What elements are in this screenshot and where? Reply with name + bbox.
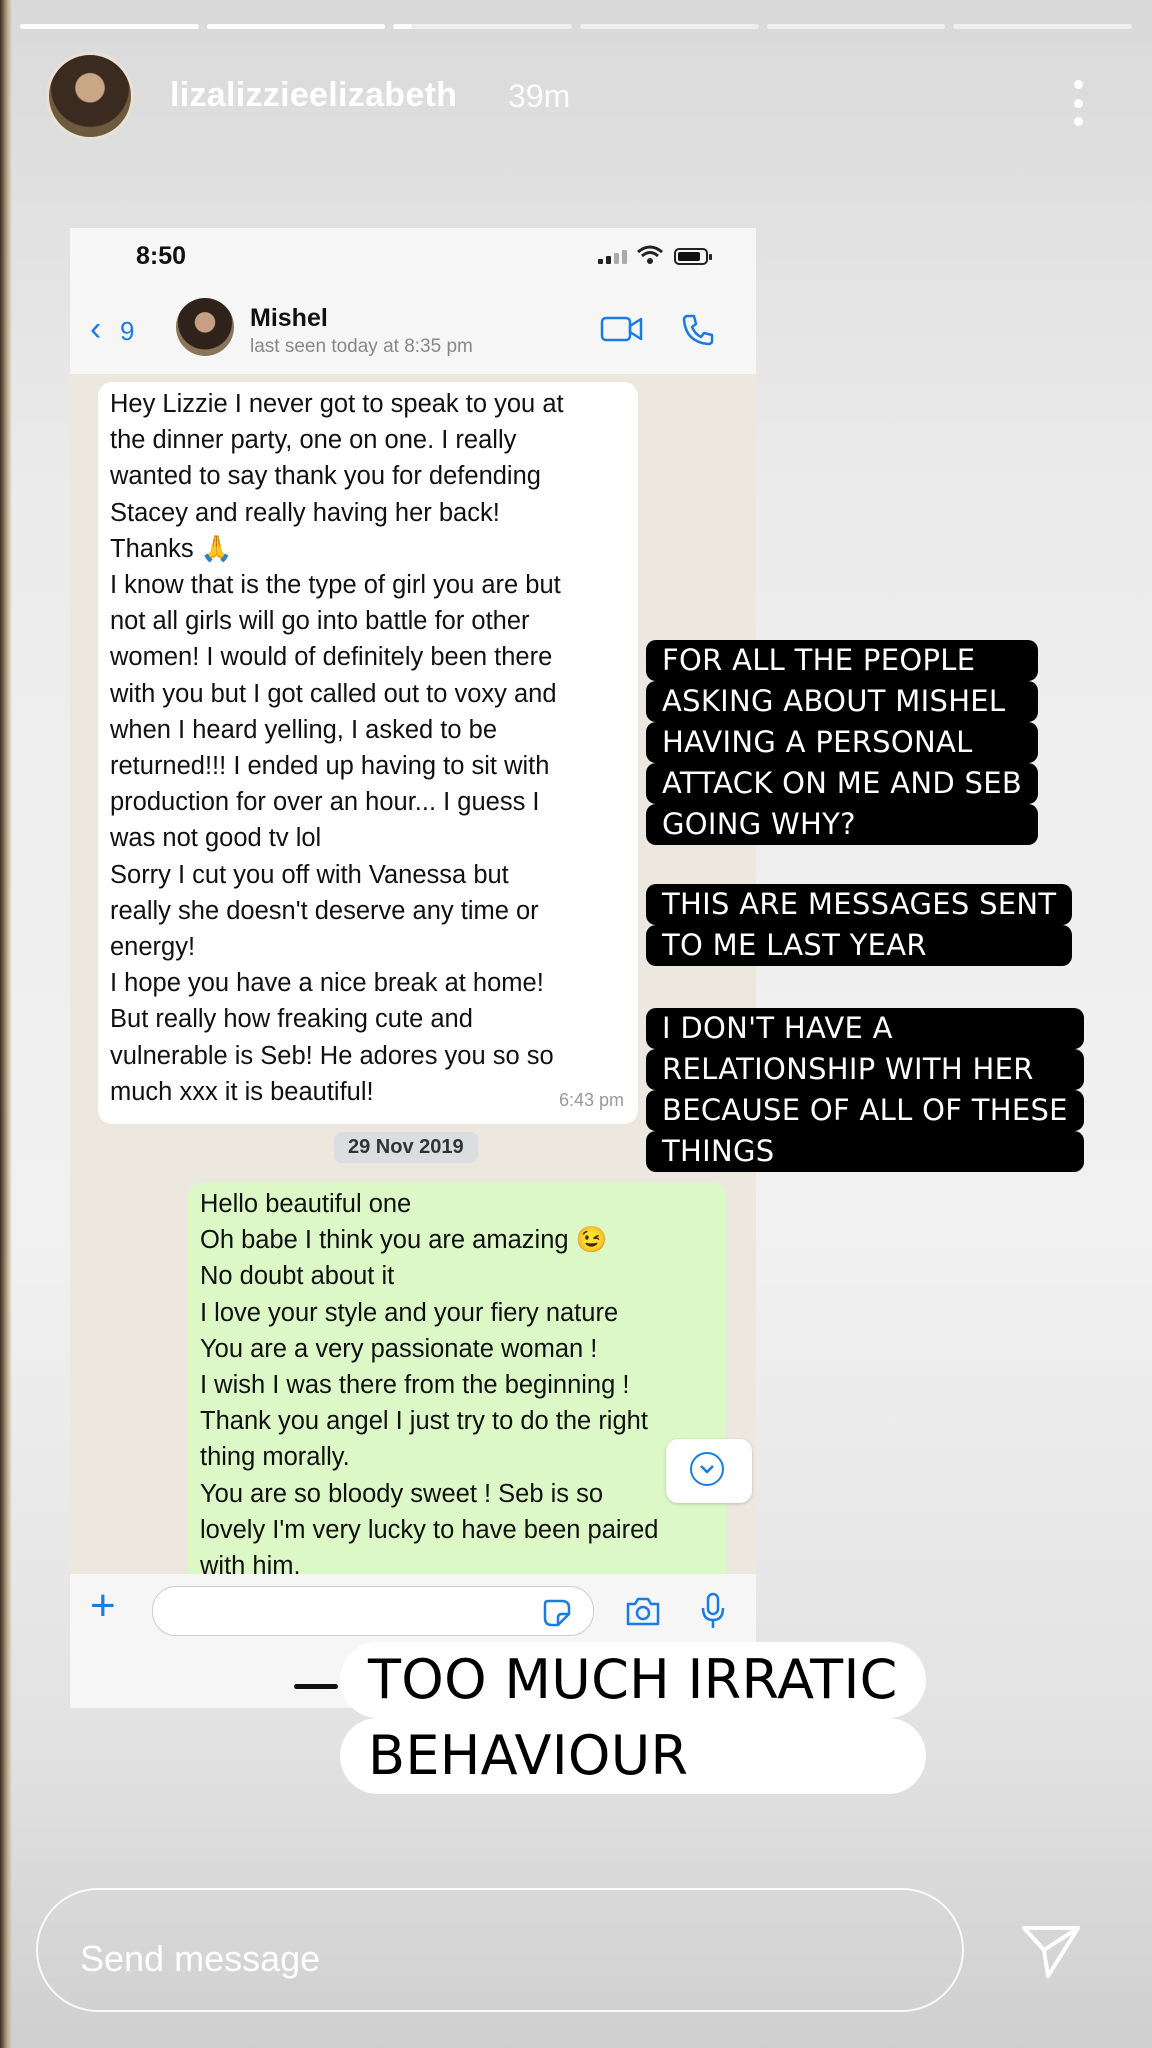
caption-line: BECAUSE OF ALL OF THESE [646, 1090, 1084, 1131]
caption-line: ASKING ABOUT MISHEL [646, 681, 1039, 722]
message-line: returned!!! I ended up having to sit wit… [110, 752, 550, 781]
chat-input-bar: + [70, 1574, 756, 1646]
caption-line: RELATIONSHIP WITH HER [646, 1049, 1084, 1090]
contact-name[interactable]: Mishel [250, 304, 328, 333]
message-line: vulnerable is Seb! He adores you so so [110, 1041, 554, 1070]
plus-icon[interactable]: + [90, 1584, 116, 1628]
photo-edge [0, 0, 12, 2048]
message-line: Hey Lizzie I never got to speak to you a… [110, 390, 564, 418]
caption-line: TO ME LAST YEAR [646, 925, 1073, 966]
progress-segment [580, 24, 759, 29]
message-line: with you but I got called out to voxy an… [110, 679, 557, 708]
chat-input-field[interactable] [152, 1586, 594, 1636]
message-line: Oh babe I think you are amazing 😉 [200, 1226, 608, 1255]
message-line: not all girls will go into battle for ot… [110, 607, 530, 636]
message-line: much xxx it is beautiful! [110, 1077, 374, 1106]
message-time: 6:43 pm [558, 1089, 624, 1110]
contact-avatar[interactable] [176, 298, 234, 356]
more-vertical-icon[interactable] [1074, 80, 1084, 126]
message-line: You are a very passionate woman ! [200, 1334, 598, 1363]
sticker-icon[interactable] [542, 1598, 572, 1628]
username[interactable]: lizalizzieelizabeth [170, 76, 457, 115]
last-seen: last seen today at 8:35 pm [250, 336, 473, 357]
chat-screenshot: 8:50 ‹ 9 Mishel last seen today at 8:35 … [70, 228, 756, 1708]
outgoing-message: Hello beautiful one Oh babe I think you a… [188, 1182, 726, 1574]
message-line: really she doesn't deserve any time or [110, 896, 539, 925]
unread-count[interactable]: 9 [120, 316, 134, 347]
caption-block-3: I DON'T HAVE A RELATIONSHIP WITH HER BECAU… [646, 1008, 1084, 1172]
caption-line: BEHAVIOUR [340, 1718, 926, 1794]
message-line: the dinner party, one on one. I really [110, 426, 517, 455]
caption-block-1: FOR ALL THE PEOPLE ASKING ABOUT MISHEL HAV… [646, 640, 1039, 845]
caption-line: I DON'T HAVE A [646, 1008, 1084, 1049]
progress-segment [206, 24, 386, 29]
message-line: Thank you angel I just try to do the rig… [200, 1407, 648, 1436]
caption-line: HAVING A PERSONAL [646, 722, 1039, 763]
message-line: I hope you have a nice break at home! [110, 969, 544, 998]
status-bar: 8:50 [70, 228, 756, 284]
caption-line: FOR ALL THE PEOPLE [646, 640, 1039, 681]
chevron-down-icon [690, 1452, 724, 1486]
message-line: You are so bloody sweet ! Seb is so [200, 1479, 604, 1508]
caption-block-2: THIS ARE MESSAGES SENT TO ME LAST YEAR [646, 884, 1073, 966]
message-line: I wish I was there from the beginning ! [200, 1371, 630, 1400]
message-line: No doubt about it [200, 1262, 395, 1291]
message-line: with him. [200, 1552, 301, 1574]
video-call-icon[interactable] [600, 314, 644, 344]
post-time: 39m [508, 78, 571, 114]
caption-big: TOO MUCH IRRATIC BEHAVIOUR [340, 1642, 926, 1794]
message-line: But really how freaking cute and [110, 1005, 473, 1034]
camera-icon[interactable] [624, 1596, 662, 1628]
caption-line: THIS ARE MESSAGES SENT [646, 884, 1073, 925]
paper-plane-icon[interactable] [1020, 1922, 1082, 1980]
profile-avatar[interactable] [46, 52, 134, 140]
message-line: Stacey and really having her back! [110, 498, 500, 527]
caption-line: TOO MUCH IRRATIC [340, 1642, 926, 1718]
message-line: thing morally. [200, 1443, 350, 1472]
status-clock: 8:50 [136, 242, 187, 270]
back-chevron-icon[interactable]: ‹ [90, 310, 101, 349]
message-line: I know that is the type of girl you are … [110, 571, 561, 600]
message-line: Sorry I cut you off with Vanessa but [110, 860, 509, 889]
message-line: women! I would of definitely been there [110, 643, 553, 672]
progress-segment [766, 24, 946, 29]
caption-line: THINGS [646, 1131, 1084, 1172]
date-chip: 29 Nov 2019 [334, 1132, 478, 1163]
wifi-icon [637, 245, 663, 264]
progress-segment [20, 24, 199, 29]
message-line: production for over an hour... I guess I [110, 788, 540, 817]
progress-segment [393, 24, 573, 29]
caption-line: ATTACK ON ME AND SEB [646, 763, 1039, 804]
scroll-down-button[interactable] [666, 1439, 752, 1503]
send-message-placeholder: Send message [80, 1938, 321, 1979]
message-line: I love your style and your fiery nature [200, 1298, 619, 1327]
battery-icon [674, 248, 712, 265]
message-line: was not good tv lol [110, 824, 322, 853]
microphone-icon[interactable] [700, 1592, 726, 1630]
chat-header: ‹ 9 Mishel last seen today at 8:35 pm [70, 284, 756, 374]
caption-line: GOING WHY? [646, 804, 1039, 845]
chat-messages: Hey Lizzie I never got to speak to you a… [70, 374, 756, 1574]
message-line: energy! [110, 933, 196, 962]
home-indicator [294, 1684, 338, 1689]
progress-segment [953, 24, 1133, 29]
signal-icon [598, 250, 627, 264]
phone-call-icon[interactable] [680, 312, 716, 348]
story-progress [20, 24, 1133, 29]
incoming-message: Hey Lizzie I never got to speak to you a… [98, 382, 638, 1125]
message-line: when I heard yelling, I asked to be [110, 715, 497, 744]
message-line: lovely I'm very lucky to have been paire… [200, 1515, 659, 1544]
message-line: Thanks 🙏 [110, 534, 233, 563]
message-line: Hello beautiful one [200, 1190, 412, 1218]
message-line: wanted to say thank you for defending [110, 462, 541, 491]
